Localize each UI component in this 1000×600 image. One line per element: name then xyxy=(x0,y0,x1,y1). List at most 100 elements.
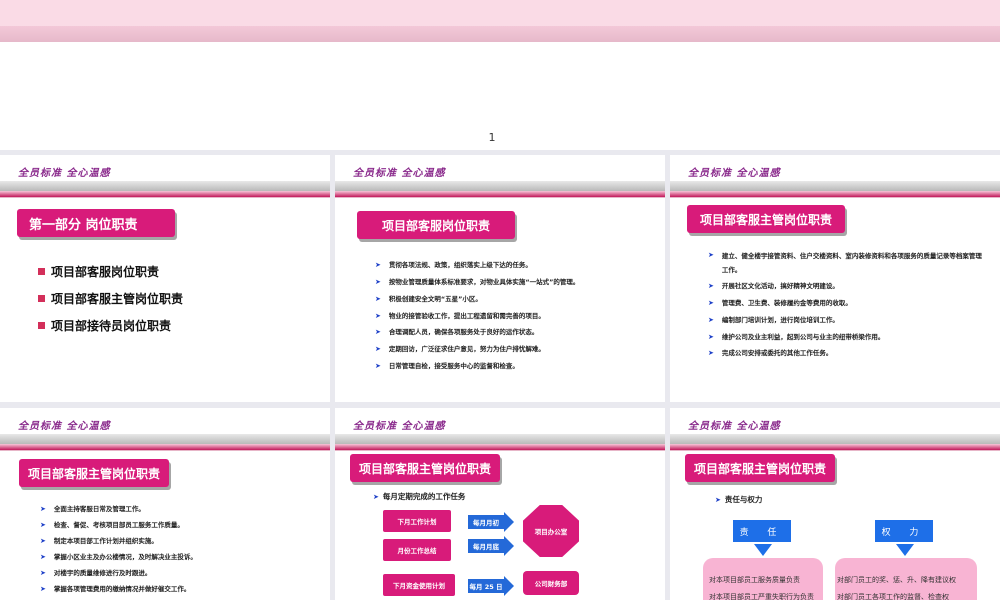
list-item-label: 制定本项目部工作计划并组织实施。 xyxy=(53,537,158,545)
arrow-bullet-icon: ➤ xyxy=(373,493,379,501)
slide-thumbnail-4[interactable]: 全员标准 全心温感 项目部客服主管岗位职责 ➤ 建立、健全楼宇接管资料、住户交楼资… xyxy=(670,155,1000,402)
list-item: ➤ 定期回访，广泛征求住户意见，努力为住户排忧解难。 xyxy=(375,343,545,355)
slogan: 全员标准 全心温感 xyxy=(353,421,446,432)
bullet-square-icon xyxy=(38,322,45,329)
list-item-label: 全面主持客服日常及管理工作。 xyxy=(53,505,145,513)
list-item-label: 日常管理自检，接受服务中心的监督和检查。 xyxy=(388,362,519,370)
header-bar xyxy=(0,434,330,444)
slogan: 全员标准 全心温感 xyxy=(353,168,446,179)
flow-arrow: 每月月初 xyxy=(468,512,514,532)
slogan: 全员标准 全心温感 xyxy=(18,168,111,179)
arrow-bullet-icon: ➤ xyxy=(375,328,381,336)
header-line xyxy=(0,450,330,451)
arrow-bullet-icon: ➤ xyxy=(375,278,381,286)
flow-box-monthly-summary: 月份工作总结 xyxy=(383,539,451,561)
list-item-label: 对楼宇的质量维修进行及时跟进。 xyxy=(53,569,152,577)
list-item-label: 合理调配人员，确保各项服务处于良好的运作状态。 xyxy=(388,328,539,336)
list-item-label: 掌握各项管理费用的缴纳情况并做好催交工作。 xyxy=(53,585,191,593)
arrow-bullet-icon: ➤ xyxy=(40,569,46,577)
flow-arrow-label: 每月月底 xyxy=(468,539,504,553)
slide-thumbnail-1[interactable]: 1 xyxy=(0,0,1000,150)
slide-title: 第一部分 岗位职责 xyxy=(17,209,175,237)
arrow-bullet-icon: ➤ xyxy=(40,537,46,545)
arrow-bullet-icon: ➤ xyxy=(708,299,714,307)
bullet-square-icon xyxy=(38,268,45,275)
arrow-bullet-icon: ➤ xyxy=(375,362,381,370)
list-item: ➤ 检查、督促、考核项目部员工服务工作质量。 xyxy=(40,519,184,531)
slide-title: 项目部客服岗位职责 xyxy=(357,211,515,239)
section-subtitle: ➤ 责任与权力 xyxy=(715,494,762,506)
list-item-label: 掌握小区业主及办公楼情况，及时解决业主投诉。 xyxy=(53,553,197,561)
slide-title: 项目部客服主管岗位职责 xyxy=(685,454,835,482)
flow-subtitle-label: 每月定期完成的工作任务 xyxy=(382,492,466,501)
panel-line: 对本项目部员工服务质量负责 xyxy=(709,576,800,584)
list-item-label: 项目部接待员岗位职责 xyxy=(51,319,172,333)
list-item-label: 开展社区文化活动，搞好精神文明建设。 xyxy=(721,282,839,290)
arrow-head-icon xyxy=(504,576,514,596)
slide-sorter-view: 1 全员标准 全心温感 第一部分 岗位职责 项目部客服岗位职责 项目部客服主管岗… xyxy=(0,0,1000,600)
flow-arrow: 每月月底 xyxy=(468,536,514,556)
down-arrow-icon xyxy=(754,544,772,556)
slogan: 全员标准 全心温感 xyxy=(688,421,781,432)
arrow-head-icon xyxy=(504,512,514,532)
responsibility-tag: 责 任 xyxy=(733,520,791,542)
arrow-bullet-icon: ➤ xyxy=(375,261,381,269)
header-bar xyxy=(0,181,330,191)
header-line xyxy=(335,450,665,451)
header-line xyxy=(335,197,665,198)
flow-box-budget-plan: 下月资金使用计划 xyxy=(383,574,455,596)
slide-thumbnail-3[interactable]: 全员标准 全心温感 项目部客服岗位职责 ➤ 贯彻各项法规、政策，组织落实上级下达的… xyxy=(335,155,665,402)
flow-arrow-label: 每月 25 日 xyxy=(468,579,504,593)
arrow-bullet-icon: ➤ xyxy=(708,282,714,290)
arrow-bullet-icon: ➤ xyxy=(708,349,714,357)
list-item-label: 贯彻各项法规、政策，组织落实上级下达的任务。 xyxy=(388,261,532,269)
list-item: ➤ 编制部门培训计划，进行岗位培训工作。 xyxy=(708,314,839,326)
list-item-label: 定期回访，广泛征求住户意见，努力为住户排忧解难。 xyxy=(388,345,545,353)
arrow-bullet-icon: ➤ xyxy=(708,251,714,259)
panel-line: 对部门员工各项工作的监督、检查权 xyxy=(837,593,949,600)
flow-arrow: 每月 25 日 xyxy=(468,576,514,596)
section-subtitle-label: 责任与权力 xyxy=(724,495,763,504)
list-item-label: 建立、健全楼宇接管资料、住户交楼资料、室内装修资料和各项服务的质量记录等档案管理… xyxy=(721,252,982,274)
down-arrow-icon xyxy=(896,544,914,556)
flow-target-finance: 公司财务部 xyxy=(523,571,579,595)
slide-thumbnail-7[interactable]: 全员标准 全心温感 项目部客服主管岗位职责 ➤ 责任与权力 责 任 权 力 对本项… xyxy=(670,408,1000,600)
slide-thumbnail-5[interactable]: 全员标准 全心温感 项目部客服主管岗位职责 ➤ 全面主持客服日常及管理工作。 ➤ 检… xyxy=(0,408,330,600)
list-item: 项目部客服岗位职责 xyxy=(38,263,159,280)
arrow-head-icon xyxy=(504,536,514,556)
list-item: ➤ 维护公司及业主利益，起到公司与业主的纽带桥梁作用。 xyxy=(708,331,884,343)
list-item: ➤ 全面主持客服日常及管理工作。 xyxy=(40,503,145,515)
list-item: ➤ 合理调配人员，确保各项服务处于良好的运作状态。 xyxy=(375,326,538,338)
flow-subtitle: ➤ 每月定期完成的工作任务 xyxy=(373,491,465,503)
list-item-label: 维护公司及业主利益，起到公司与业主的纽带桥梁作用。 xyxy=(721,333,885,341)
slogan: 全员标准 全心温感 xyxy=(18,421,111,432)
panel-line: 对部门员工的奖、惩、升、降有建议权 xyxy=(837,576,956,584)
arrow-bullet-icon: ➤ xyxy=(40,505,46,513)
authority-panel: 对部门员工的奖、惩、升、降有建议权 对部门员工各项工作的监督、检查权 xyxy=(835,558,977,600)
arrow-bullet-icon: ➤ xyxy=(40,585,46,593)
header-band xyxy=(0,0,1000,26)
header-bar xyxy=(670,181,1000,191)
flow-target-project-office: 项目办公室 xyxy=(523,505,579,557)
list-item: ➤ 建立、健全楼宇接管资料、住户交楼资料、室内装修资料和各项服务的质量记录等档案管… xyxy=(708,249,988,277)
list-item: ➤ 制定本项目部工作计划并组织实施。 xyxy=(40,535,158,547)
list-item-label: 编制部门培训计划，进行岗位培训工作。 xyxy=(721,316,839,324)
list-item: ➤ 按物业管理质量体系标准要求，对物业具体实施“一站式”的管理。 xyxy=(375,276,579,288)
arrow-bullet-icon: ➤ xyxy=(375,312,381,320)
arrow-bullet-icon: ➤ xyxy=(375,345,381,353)
list-item: ➤ 日常管理自检，接受服务中心的监督和检查。 xyxy=(375,360,519,372)
list-item: ➤ 完成公司安排或委托的其他工作任务。 xyxy=(708,347,832,359)
list-item-label: 项目部客服主管岗位职责 xyxy=(51,292,184,306)
slide-thumbnail-6[interactable]: 全员标准 全心温感 项目部客服主管岗位职责 ➤ 每月定期完成的工作任务 下月工作计… xyxy=(335,408,665,600)
list-item: 项目部客服主管岗位职责 xyxy=(38,290,183,307)
header-line xyxy=(670,197,1000,198)
authority-tag: 权 力 xyxy=(875,520,933,542)
list-item: ➤ 掌握各项管理费用的缴纳情况并做好催交工作。 xyxy=(40,583,190,595)
slide-thumbnail-2[interactable]: 全员标准 全心温感 第一部分 岗位职责 项目部客服岗位职责 项目部客服主管岗位职… xyxy=(0,155,330,402)
responsibility-panel: 对本项目部员工服务质量负责 对本项目部员工严重失职行为负责 xyxy=(703,558,823,600)
slide-title: 项目部客服主管岗位职责 xyxy=(19,459,169,487)
panel-line: 对本项目部员工严重失职行为负责 xyxy=(709,593,814,600)
arrow-bullet-icon: ➤ xyxy=(708,333,714,341)
arrow-bullet-icon: ➤ xyxy=(40,521,46,529)
header-bar xyxy=(670,434,1000,444)
